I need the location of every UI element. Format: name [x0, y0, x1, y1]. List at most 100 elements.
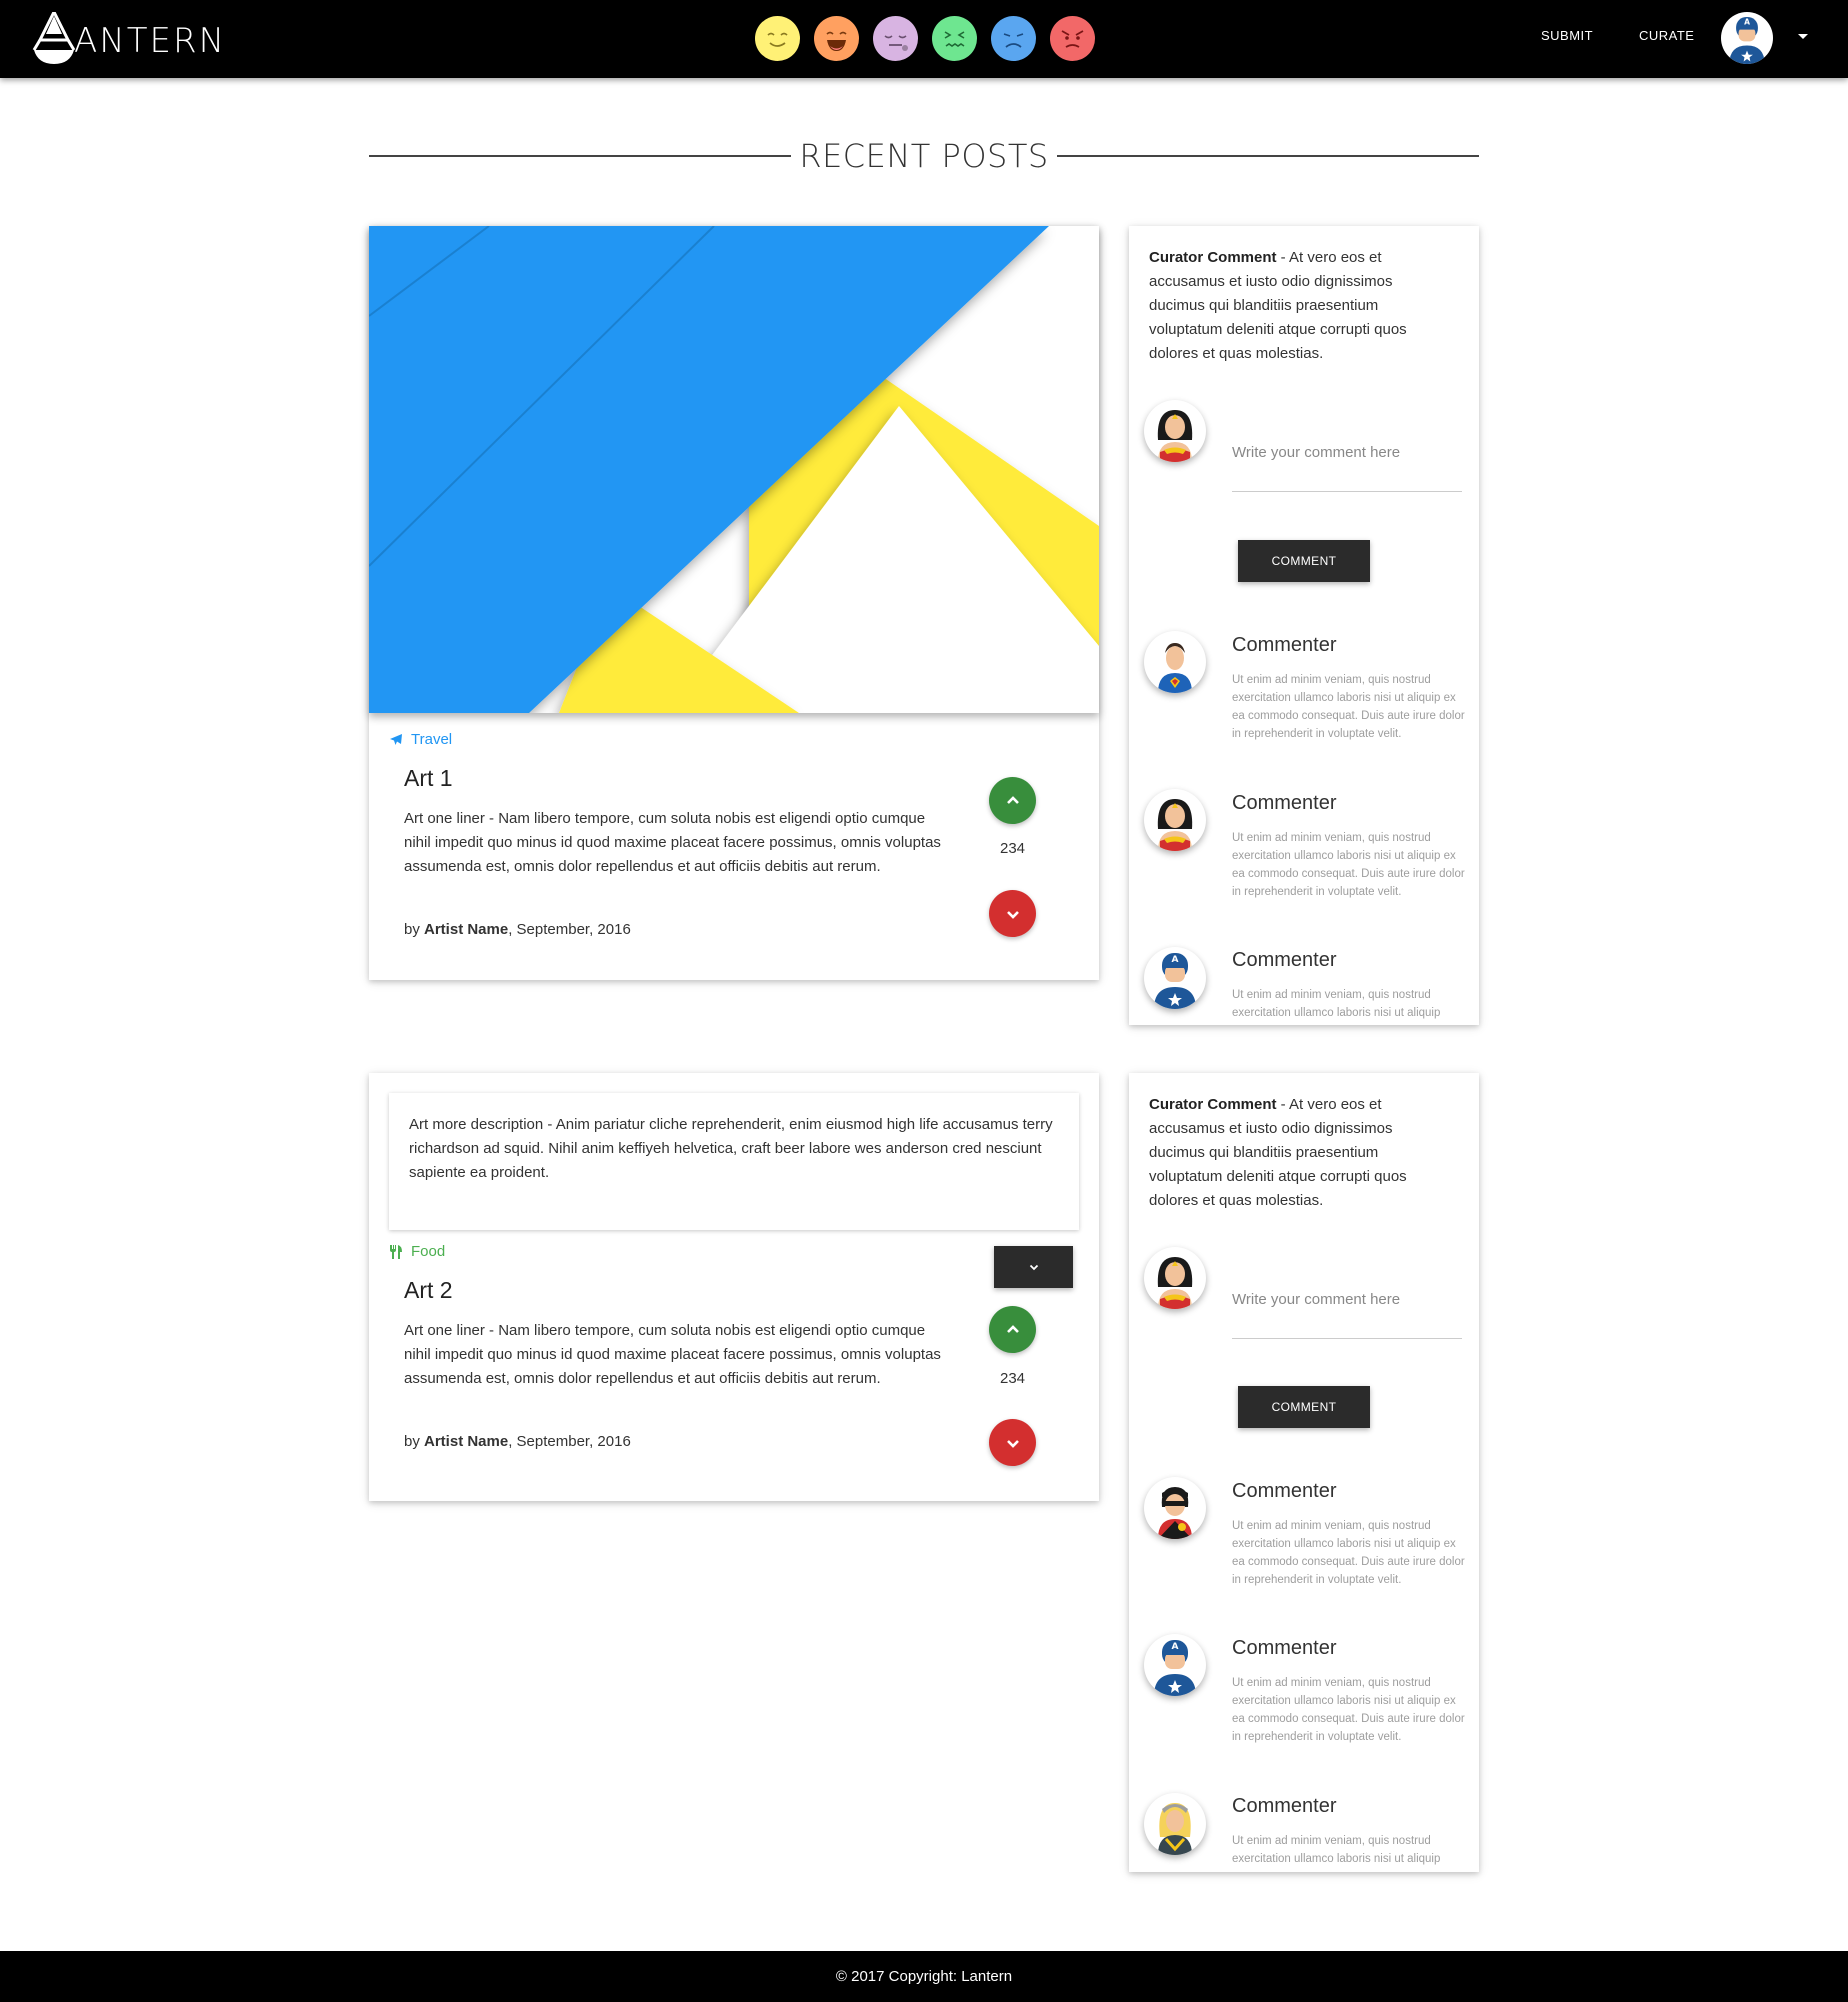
happy-face-icon [767, 32, 788, 47]
wonder-woman-avatar-icon [1157, 410, 1193, 462]
captain-avatar-icon: A [1729, 17, 1765, 64]
mood-sad-button[interactable] [991, 16, 1036, 61]
post-description: Art one liner - Nam libero tempore, cum … [404, 810, 941, 875]
superman-avatar-icon [1158, 643, 1192, 693]
navbar: ANTERN SUBMIT CURATE A [0, 0, 1848, 78]
post-title[interactable]: Art 2 [404, 1277, 453, 1304]
current-user-avatar [1144, 1247, 1206, 1309]
upvote-button[interactable] [989, 1306, 1036, 1353]
comment-text: Ut enim ad minim veniam, quis nostrud ex… [1232, 1835, 1441, 1865]
byline-prefix: by [404, 921, 425, 938]
chevron-up-icon [1006, 795, 1019, 804]
lantern-logo[interactable]: ANTERN [30, 12, 226, 66]
user-avatar[interactable]: A [1721, 12, 1773, 64]
post-title[interactable]: Art 1 [404, 765, 453, 792]
curator-comment-label: Curator Comment [1149, 1096, 1277, 1113]
upvote-button[interactable] [989, 777, 1036, 824]
post-byline: by Artist Name, September, 2016 [404, 1433, 631, 1450]
user-menu-caret-icon[interactable] [1798, 34, 1808, 39]
artist-name[interactable]: Artist Name [424, 1433, 508, 1450]
sleepy-face-icon [884, 35, 908, 51]
copyright-text: © 2017 Copyright: Lantern [835, 1968, 1013, 1985]
comment-text: Ut enim ad minim veniam, quis nostrud ex… [1232, 989, 1441, 1019]
commenter-name[interactable]: Commenter [1232, 1637, 1336, 1660]
comment-input[interactable] [1232, 402, 1462, 492]
post-date: , September, 2016 [508, 1433, 631, 1450]
section-title-rule-right [1056, 155, 1480, 157]
post-description: Art one liner - Nam libero tempore, cum … [404, 1322, 941, 1387]
comment-button[interactable]: COMMENT [1238, 1386, 1370, 1428]
post-more-description: Art more description - Anim pariatur cli… [409, 1116, 1053, 1181]
chevron-down-icon [1006, 910, 1019, 919]
post-more-description-panel: Art more description - Anim pariatur cli… [389, 1093, 1079, 1230]
downvote-button[interactable] [989, 890, 1036, 937]
mood-excited-button[interactable] [814, 16, 859, 61]
robin-avatar-icon [1158, 1487, 1192, 1539]
footer: © 2017 Copyright: Lantern [0, 1951, 1848, 2002]
commenter-name[interactable]: Commenter [1232, 1480, 1336, 1503]
comment-text: Ut enim ad minim veniam, quis nostrud ex… [1232, 674, 1465, 740]
commenter-avatar [1144, 1477, 1206, 1539]
commenter-avatar: A [1144, 947, 1206, 1009]
submit-link[interactable]: SUBMIT [1541, 28, 1593, 43]
thor-avatar-icon [1158, 1803, 1192, 1855]
comment-text: Ut enim ad minim veniam, quis nostrud ex… [1232, 1677, 1465, 1743]
svg-text:A: A [1744, 18, 1750, 27]
utensils-icon [390, 1244, 402, 1259]
byline-prefix: by [404, 1433, 425, 1450]
commenter-name[interactable]: Commenter [1232, 634, 1336, 657]
vote-count: 234 [999, 840, 1026, 857]
post-category-label: Travel [411, 731, 453, 748]
comment-input[interactable] [1232, 1249, 1462, 1339]
post-category[interactable]: Food [389, 1243, 445, 1260]
captain-avatar-icon: A [1154, 953, 1196, 1009]
svg-text:A: A [1172, 1642, 1179, 1652]
chevron-up-icon [1006, 1324, 1019, 1333]
post-image[interactable] [369, 226, 1099, 713]
sad-face-icon [1003, 33, 1024, 48]
current-user-avatar [1144, 400, 1206, 462]
comments-panel: Curator Comment - At vero eos et accusam… [1129, 1073, 1479, 1872]
post-artwork [369, 226, 1099, 713]
comments-panel: Curator Comment - At vero eos et accusam… [1129, 226, 1479, 1025]
captain-avatar-icon: A [1154, 1640, 1196, 1696]
post-date: , September, 2016 [508, 921, 631, 938]
commenter-name[interactable]: Commenter [1232, 949, 1336, 972]
vote-count: 234 [999, 1370, 1026, 1387]
post-category[interactable]: Travel [389, 731, 452, 748]
post-card: Art more description - Anim pariatur cli… [369, 1073, 1099, 1501]
post-card: Travel Art 1 Art one liner - Nam libero … [369, 226, 1099, 980]
mood-sleepy-button[interactable] [873, 16, 918, 61]
chevron-down-icon [1006, 1439, 1019, 1448]
curator-comment: Curator Comment - At vero eos et accusam… [1149, 246, 1449, 366]
section-title: RECENT POSTS [799, 137, 1049, 175]
section-title-rule-left [369, 155, 792, 157]
post-category-label: Food [411, 1243, 446, 1260]
section-header: RECENT POSTS [369, 136, 1480, 176]
curator-comment-label: Curator Comment [1149, 249, 1277, 266]
commenter-name[interactable]: Commenter [1232, 792, 1336, 815]
post-byline: by Artist Name, September, 2016 [404, 921, 631, 938]
sick-face-icon [944, 31, 965, 47]
mood-angry-button[interactable] [1050, 16, 1095, 61]
curate-link[interactable]: CURATE [1639, 28, 1694, 43]
chevron-down-icon [1029, 1264, 1038, 1271]
comment-button[interactable]: COMMENT [1238, 540, 1370, 582]
expand-toggle-button[interactable] [994, 1246, 1073, 1288]
commenter-name[interactable]: Commenter [1232, 1795, 1336, 1818]
commenter-avatar [1144, 631, 1206, 693]
svg-text:A: A [1172, 955, 1179, 965]
mood-filter [755, 16, 1095, 61]
comment-text: Ut enim ad minim veniam, quis nostrud ex… [1232, 832, 1465, 898]
angry-face-icon [1061, 30, 1084, 48]
comment-text: Ut enim ad minim veniam, quis nostrud ex… [1232, 1520, 1465, 1586]
commenter-avatar [1144, 1793, 1206, 1855]
wonder-woman-avatar-icon [1157, 1257, 1193, 1309]
wonder-woman-avatar-icon [1157, 799, 1193, 851]
commenter-avatar [1144, 789, 1206, 851]
downvote-button[interactable] [989, 1419, 1036, 1466]
curator-comment: Curator Comment - At vero eos et accusam… [1149, 1093, 1449, 1213]
artist-name[interactable]: Artist Name [424, 921, 508, 938]
mood-sick-button[interactable] [932, 16, 977, 61]
mood-happy-button[interactable] [755, 16, 800, 61]
